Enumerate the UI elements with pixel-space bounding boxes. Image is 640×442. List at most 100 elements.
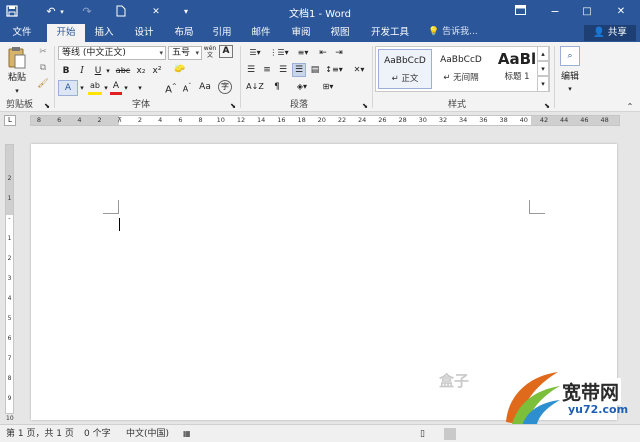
align-center-icon[interactable]: ≡ [260,63,274,77]
ruler-tick: 14 [257,116,266,124]
copy-icon[interactable]: ⧉ [36,61,50,75]
share-button[interactable]: 👤 共享 [584,25,636,41]
tab-layout[interactable]: 布局 [166,24,202,42]
ruler-tick: 24 [358,116,367,124]
customize-toolbar-icon[interactable]: ▾ [180,5,192,19]
undo-icon[interactable]: ↶ [44,5,58,19]
change-case-icon[interactable]: Aa [198,80,212,94]
save-icon[interactable] [4,5,20,19]
vertical-scrollbar[interactable] [623,144,636,422]
enclose-characters-icon[interactable]: 字 [218,80,232,94]
paste-button[interactable]: 粘贴 [4,71,30,85]
ribbon-display-icon[interactable] [512,5,528,19]
underline-button[interactable]: U [92,64,104,78]
text-effects-dropdown-icon[interactable]: ▾ [78,81,86,95]
word-count[interactable]: 0 个字 [84,428,111,440]
clipboard-launcher-icon[interactable]: ⬊ [42,99,52,113]
bullets-icon[interactable]: ☰▾ [244,46,266,60]
tell-me-search[interactable]: 💡 告诉我... [428,24,478,42]
customize-close-icon[interactable]: ✕ [150,5,162,19]
watermark-site-url: yu72.com [568,403,629,416]
font-name-dropdown-icon: ▾ [159,49,163,57]
tab-home[interactable]: 开始 [47,24,85,42]
show-formatting-icon[interactable]: ¶ [270,80,284,94]
superscript-button[interactable]: x² [150,64,164,78]
separator [54,46,55,108]
style-normal[interactable]: AaBbCcD ↵ 正文 [378,49,432,89]
italic-button[interactable]: I [76,64,88,78]
read-mode-icon[interactable]: ▯ [420,428,425,440]
line-spacing-icon[interactable]: ↕≡▾ [324,63,344,77]
font-color-dropdown-icon[interactable]: ▾ [122,81,130,95]
print-layout-icon[interactable] [444,428,456,440]
underline-dropdown-icon[interactable]: ▾ [104,64,112,78]
styles-gallery: AaBbCcD ↵ 正文 AaBbCcD ↵ 无间隔 AaBl 标题 1 [375,46,550,92]
page-count[interactable]: 第 1 页，共 1 页 [6,428,74,440]
cut-icon[interactable]: ✂ [36,45,50,59]
macro-record-icon[interactable]: ▦ [183,428,191,440]
grow-font-button[interactable]: A^ [164,80,178,97]
undo-dropdown-icon[interactable]: ▾ [58,5,66,19]
language-status[interactable]: 中文(中国) [126,428,169,440]
text-effects-button[interactable]: A [58,80,78,96]
align-right-icon[interactable]: ☰ [276,63,290,77]
find-icon[interactable]: ⌕ [560,46,580,66]
tab-design[interactable]: 设计 [126,24,162,42]
character-border-icon[interactable]: A [219,45,233,58]
styles-scroll-up-icon[interactable]: ▴ [537,46,549,61]
paste-dropdown-icon[interactable]: ▾ [10,84,24,98]
paragraph-launcher-icon[interactable]: ⬊ [360,99,370,113]
numbering-icon[interactable]: ⋮☰▾ [268,46,290,60]
decrease-indent-icon[interactable]: ⇤ [316,46,330,60]
tab-review[interactable]: 审阅 [283,24,319,42]
tab-selector-icon[interactable]: L [4,115,16,126]
highlight-dropdown-icon[interactable]: ▾ [102,81,110,95]
paste-icon[interactable] [6,46,28,70]
subscript-button[interactable]: x₂ [134,64,148,78]
maximize-button[interactable]: □ [580,5,594,19]
editing-dropdown-icon[interactable]: ▾ [564,82,576,96]
shrink-font-button[interactable]: Aˇ [180,80,194,97]
vertical-ruler[interactable]: 2 1 - 1 2 3 4 5 6 7 8 9 10 [5,144,14,422]
align-left-icon[interactable]: ☰ [244,63,258,77]
format-painter-icon[interactable]: 🖌 [36,77,50,91]
borders-icon[interactable]: ⊞▾ [318,80,338,94]
justify-icon[interactable]: ☰ [292,63,306,77]
font-color-button[interactable]: A [110,79,122,95]
highlight-color-icon[interactable]: ab [88,79,102,95]
sort-icon[interactable]: A↓Z [244,80,266,94]
ruler-tick: 20 [317,116,326,124]
style-heading-1[interactable]: AaBl 标题 1 [490,49,544,89]
shading-icon[interactable]: ◈▾ [292,80,312,94]
font-size-combo[interactable]: 五号 ▾ [168,46,202,60]
phonetic-guide-icon[interactable]: wén 文 [203,45,217,59]
ruler-tick: 30 [418,116,427,124]
chinese-layout-icon[interactable]: ✕▾ [348,63,370,77]
horizontal-ruler[interactable]: 8 6 4 2 ⊼ 2 4 6 8 10 12 14 16 18 20 22 24 26 28 30 32 34 36 38 4… [30,115,620,126]
bold-button[interactable]: B [60,64,72,78]
tab-developer[interactable]: 开发工具 [362,24,418,42]
increase-indent-icon[interactable]: ⇥ [332,46,346,60]
minimize-button[interactable]: − [548,5,562,19]
font-name-combo[interactable]: 等线 (中文正文) ▾ [58,46,166,60]
style-no-spacing[interactable]: AaBbCcD ↵ 无间隔 [434,49,488,89]
font-launcher-icon[interactable]: ⬊ [228,99,238,113]
tab-file[interactable]: 文件 [2,24,42,42]
distributed-icon[interactable]: ▤ [308,63,322,77]
font-color-more-icon[interactable]: ▾ [136,81,144,95]
tab-references[interactable]: 引用 [204,24,240,42]
clear-formatting-icon[interactable]: 🧽 [172,62,188,76]
styles-launcher-icon[interactable]: ⬊ [542,99,552,113]
tab-mailings[interactable]: 邮件 [243,24,279,42]
styles-more-icon[interactable]: ▾ [537,76,549,92]
styles-scroll-down-icon[interactable]: ▾ [537,61,549,76]
collapse-ribbon-icon[interactable]: ⌃ [624,100,636,114]
new-document-icon[interactable] [114,5,128,19]
styles-group-label: 样式 [448,100,467,110]
tab-view[interactable]: 视图 [322,24,358,42]
tab-insert[interactable]: 插入 [86,24,122,42]
strikethrough-button[interactable]: abc [114,64,132,78]
redo-icon[interactable]: ↷ [80,5,94,19]
close-button[interactable]: ✕ [614,5,628,19]
multilevel-list-icon[interactable]: ≡▾ [292,46,314,60]
